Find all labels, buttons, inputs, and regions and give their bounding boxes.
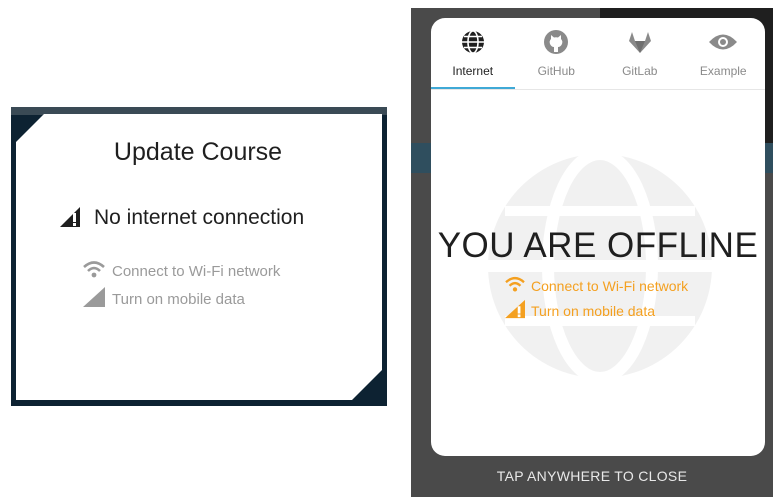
tab-github-label: GitHub: [537, 64, 575, 78]
wifi-icon: [504, 275, 526, 296]
tab-gitlab-label: GitLab: [622, 64, 658, 78]
tab-divider: [431, 89, 765, 90]
left-dialog-top-strip: [11, 107, 387, 115]
offline-headline: YOU ARE OFFLINE: [437, 226, 759, 265]
globe-icon: [460, 28, 486, 56]
mobile-data-option[interactable]: Turn on mobile data: [82, 286, 245, 312]
mobile-data-label: Turn on mobile data: [112, 290, 245, 308]
gitlab-icon: [627, 28, 653, 56]
tab-internet-label: Internet: [452, 64, 494, 78]
tap-to-close-hint[interactable]: TAP ANYWHERE TO CLOSE: [411, 468, 773, 484]
dialog-title: Update Course: [113, 138, 283, 166]
mobile-signal-icon: [504, 299, 526, 322]
connect-wifi-label: Connect to Wi-Fi network: [112, 262, 281, 280]
connect-wifi-option[interactable]: Connect to Wi-Fi network: [504, 275, 688, 296]
tab-github[interactable]: GitHub: [515, 18, 599, 90]
no-signal-icon: [58, 203, 84, 234]
no-internet-status: No internet connection: [58, 204, 304, 232]
mobile-data-label: Turn on mobile data: [531, 302, 655, 319]
github-icon: [543, 28, 569, 56]
connect-wifi-option[interactable]: Connect to Wi-Fi network: [82, 259, 280, 283]
offline-dialog: Internet GitHub GitLab Example YOU ARE O…: [431, 18, 765, 456]
wifi-icon: [82, 259, 106, 283]
eye-icon: [708, 28, 738, 56]
mobile-data-option[interactable]: Turn on mobile data: [504, 299, 655, 322]
tab-gitlab[interactable]: GitLab: [598, 18, 682, 90]
tab-example[interactable]: Example: [682, 18, 766, 90]
globe-watermark-icon: [485, 148, 715, 386]
tab-bar: Internet GitHub GitLab Example: [431, 18, 765, 90]
tab-example-label: Example: [699, 64, 747, 78]
tab-internet[interactable]: Internet: [431, 18, 515, 90]
connect-wifi-label: Connect to Wi-Fi network: [531, 277, 689, 294]
mobile-signal-icon: [82, 286, 106, 312]
no-internet-label: No internet connection: [94, 206, 305, 229]
